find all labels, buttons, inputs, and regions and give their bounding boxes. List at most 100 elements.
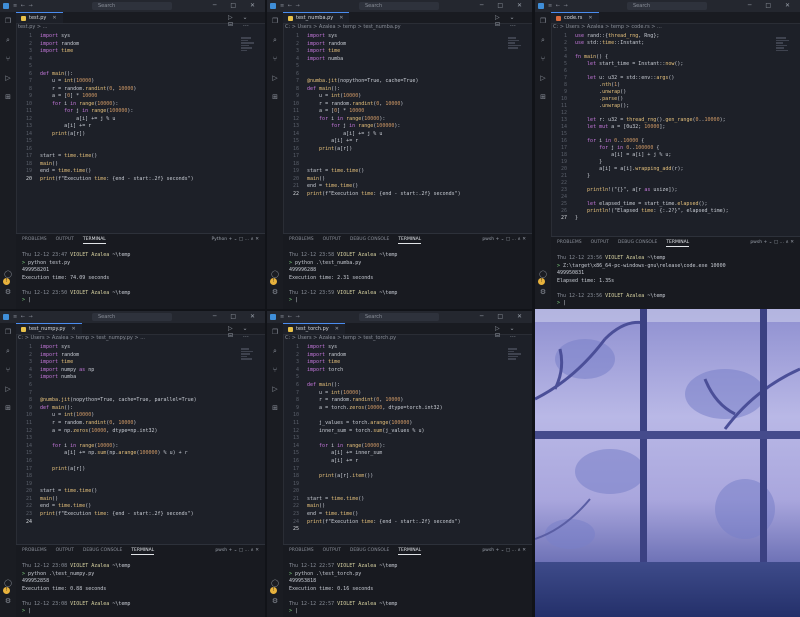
code-line[interactable]: 11 r = random.randint(0, 10000) — [16, 420, 235, 428]
extensions-icon[interactable]: ⊞ — [271, 404, 279, 412]
search-icon[interactable]: ⌕ — [4, 36, 12, 44]
code-line[interactable]: 19 start = time.time() — [283, 168, 502, 176]
code-line[interactable]: 15 a[i] += r — [283, 138, 502, 146]
code-line[interactable]: 16 print(a[r]) — [283, 146, 502, 154]
code-line[interactable]: 11 .unwrap(); — [551, 103, 770, 110]
terminal-toolbar[interactable]: pwsh + ⌄ □ … ∧ ✕ — [482, 237, 526, 242]
code-line[interactable]: 5 let start_time = Instant::now(); — [551, 61, 770, 68]
code-line[interactable]: 21 end = time.time() — [283, 183, 502, 191]
code-line[interactable]: 6 def main(): — [283, 382, 502, 390]
code-line[interactable]: 20 main() — [283, 176, 502, 184]
tab-debug-console[interactable]: DEBUG CONSOLE — [83, 548, 122, 553]
code-line[interactable]: 2 import random — [16, 352, 235, 360]
code-line[interactable]: 20 start = time.time() — [16, 488, 235, 496]
minimap[interactable] — [241, 36, 255, 66]
extensions-icon[interactable]: ⊞ — [4, 93, 12, 101]
code-line[interactable]: 27} — [551, 215, 770, 222]
search-input[interactable]: Search — [92, 313, 172, 321]
code-line[interactable]: 2 use std::time::Instant; — [551, 40, 770, 47]
menu-icon[interactable]: ≡ ← → — [280, 314, 301, 320]
code-line[interactable]: 1 import sys — [283, 33, 502, 41]
account-icon[interactable]: ◯ — [4, 579, 12, 587]
account-icon[interactable]: ◯ — [271, 579, 279, 587]
tab-problems[interactable]: PROBLEMS — [557, 240, 582, 245]
code-line[interactable]: 4 import torch — [283, 367, 502, 375]
close-tab-icon[interactable]: ✕ — [71, 326, 75, 332]
window-controls[interactable]: ─ □ ✕ — [748, 2, 796, 9]
code-line[interactable]: 22 main() — [283, 503, 502, 511]
code-line[interactable]: 16 for i in 0..10000 { — [551, 138, 770, 145]
code-line[interactable]: 13 for j in range(100000): — [283, 123, 502, 131]
code-line[interactable]: 8 r = random.randint(0, 10000) — [283, 397, 502, 405]
tab-problems[interactable]: PROBLEMS — [289, 548, 314, 553]
code-line[interactable]: 18 — [16, 473, 235, 481]
code-editor[interactable]: 1 use rand::{thread_rng, Rng}; 2 use std::t… — [551, 33, 770, 222]
code-editor[interactable]: 1 import sys 2 import random 3 import time 4 im… — [283, 33, 502, 198]
code-line[interactable]: 3 import time — [16, 48, 235, 56]
code-line[interactable]: 1 import sys — [16, 344, 235, 352]
code-line[interactable]: 3 — [551, 47, 770, 54]
code-line[interactable]: 19 } — [551, 159, 770, 166]
tab-output[interactable]: OUTPUT — [56, 548, 74, 553]
terminal-output[interactable]: Thu 12-12 22:57 VIOLET Azalea ~\temp > py… — [289, 563, 528, 616]
code-line[interactable]: 4 fn main() { — [551, 54, 770, 61]
code-line[interactable]: 11 for j in range(100000): — [16, 108, 235, 116]
extensions-icon[interactable]: ⊞ — [4, 404, 12, 412]
search-icon[interactable]: ⌕ — [4, 347, 12, 355]
code-line[interactable]: 17 — [283, 153, 502, 161]
search-input[interactable]: Search — [627, 2, 707, 10]
code-line[interactable]: 7 u = int(10000) — [283, 390, 502, 398]
code-line[interactable]: 8 .nth(1) — [551, 82, 770, 89]
tab-problems[interactable]: PROBLEMS — [289, 237, 314, 242]
run-button[interactable]: ▷ ⌄ ⊟ … — [228, 14, 265, 28]
explorer-icon[interactable]: ❐ — [4, 328, 12, 336]
code-line[interactable]: 20 print(f"Execution time: {end - start:.… — [16, 176, 235, 184]
code-line[interactable]: 17 — [283, 466, 502, 474]
notification-icon[interactable]: ! — [270, 587, 277, 594]
terminal-output[interactable]: Thu 12-12 23:08 VIOLET Azalea ~\temp > py… — [22, 563, 261, 616]
window-controls[interactable]: ─ □ ✕ — [480, 2, 528, 9]
code-line[interactable]: 11 j_values = torch.arange(100000) — [283, 420, 502, 428]
code-line[interactable]: 7 u = int(10000) — [16, 78, 235, 86]
explorer-icon[interactable]: ❐ — [4, 17, 12, 25]
source-control-icon[interactable]: ⑂ — [271, 366, 279, 374]
tab-output[interactable]: OUTPUT — [323, 548, 341, 553]
extensions-icon[interactable]: ⊞ — [539, 93, 547, 101]
code-line[interactable]: 12 for i in range(10000): — [283, 116, 502, 124]
tab-problems[interactable]: PROBLEMS — [22, 237, 47, 242]
account-icon[interactable]: ◯ — [4, 270, 12, 278]
tab-test-torch-py[interactable]: test_torch.py ✕ — [283, 323, 345, 334]
source-control-icon[interactable]: ⑂ — [4, 55, 12, 63]
terminal-toolbar[interactable]: Python + ⌄ □ … ∧ ✕ — [211, 237, 259, 242]
code-line[interactable]: 19 end = time.time() — [16, 168, 235, 176]
window-controls[interactable]: ─ □ ✕ — [213, 313, 261, 320]
breadcrumb[interactable]: C: > Users > Azalea > temp > code.rs > .… — [553, 24, 662, 32]
tab-terminal[interactable]: TERMINAL — [398, 237, 422, 244]
explorer-icon[interactable]: ❐ — [271, 17, 279, 25]
code-line[interactable]: 18 main() — [16, 161, 235, 169]
explorer-icon[interactable]: ❐ — [539, 17, 547, 25]
code-line[interactable]: 13 let r: u32 = thread_rng().gen_range(0… — [551, 117, 770, 124]
code-line[interactable]: 20 — [283, 488, 502, 496]
code-line[interactable]: 17 print(a[r]) — [16, 466, 235, 474]
code-line[interactable]: 5 — [16, 63, 235, 71]
code-editor[interactable]: 1 import sys 2 import random 3 import time 4 im… — [283, 344, 502, 534]
code-line[interactable]: 13 — [16, 435, 235, 443]
code-line[interactable]: 9 u = int(10000) — [283, 93, 502, 101]
code-line[interactable]: 16 a[i] += r — [283, 458, 502, 466]
minimap[interactable] — [508, 36, 522, 66]
settings-gear-icon[interactable]: ⚙ — [4, 288, 12, 296]
explorer-icon[interactable]: ❐ — [271, 328, 279, 336]
code-line[interactable]: 2 import random — [16, 41, 235, 49]
code-line[interactable]: 16 — [16, 458, 235, 466]
code-line[interactable]: 10 — [283, 412, 502, 420]
code-line[interactable]: 21 } — [551, 173, 770, 180]
code-line[interactable]: 2 import random — [283, 352, 502, 360]
code-line[interactable]: 1 import sys — [283, 344, 502, 352]
source-control-icon[interactable]: ⑂ — [539, 55, 547, 63]
settings-gear-icon[interactable]: ⚙ — [271, 288, 279, 296]
terminal-toolbar[interactable]: pwsh + ⌄ □ … ∧ ✕ — [482, 548, 526, 553]
breadcrumb[interactable]: C: > Users > Azalea > temp > test_numpy.… — [18, 335, 145, 343]
code-line[interactable]: 3 import time — [283, 48, 502, 56]
window-controls[interactable]: ─ □ ✕ — [213, 2, 261, 9]
